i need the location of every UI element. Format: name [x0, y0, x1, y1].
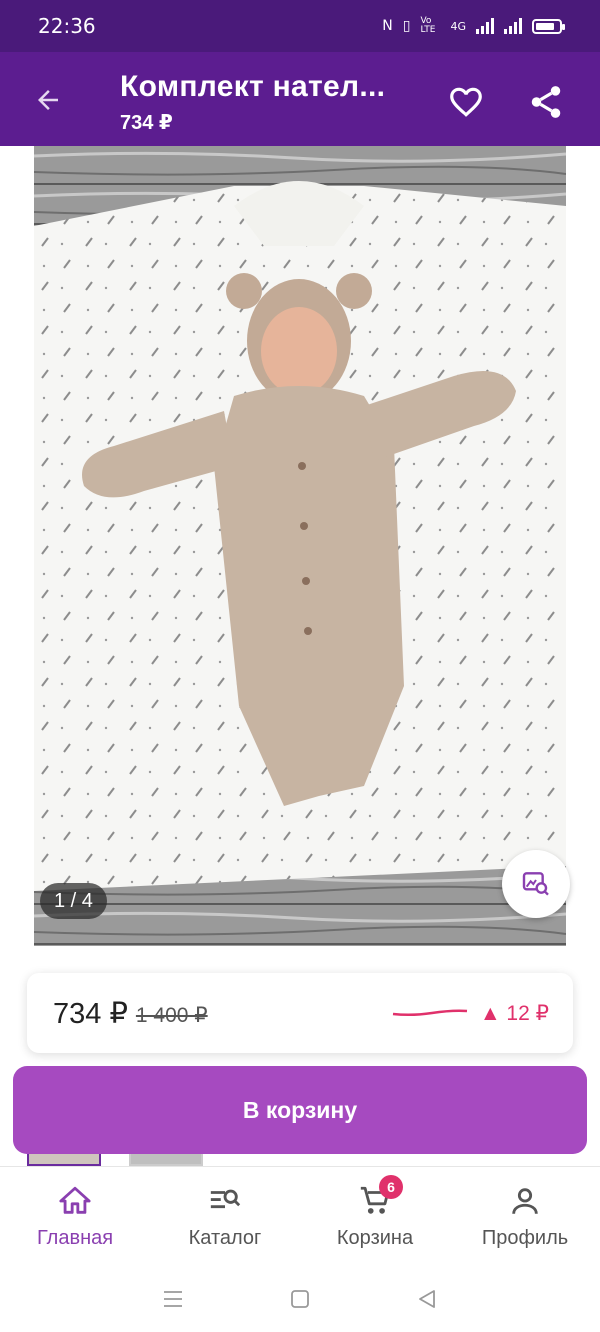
price-trend[interactable]: ▲ 12 ₽ — [392, 1001, 549, 1026]
home-icon — [55, 1183, 95, 1219]
thumbnail-2[interactable] — [129, 1154, 203, 1166]
status-time: 22:36 — [38, 14, 96, 38]
old-price: 1 400 ₽ — [135, 1003, 208, 1027]
bottom-navigation: Главная Каталог 6 Корзина Профиль — [0, 1166, 600, 1266]
catalog-search-icon — [205, 1183, 245, 1219]
network-type: 4G — [450, 19, 466, 33]
header-price: 734 ₽ — [120, 112, 173, 134]
cart-badge: 6 — [379, 1175, 403, 1199]
thumbnail-1[interactable] — [27, 1154, 101, 1166]
system-menu-button[interactable] — [153, 1279, 193, 1319]
menu-lines-icon — [164, 1291, 183, 1307]
nav-label-profile: Профиль — [481, 1227, 569, 1249]
arrow-back-icon — [38, 90, 58, 110]
nav-item-profile[interactable]: Профиль — [450, 1167, 600, 1266]
title-block: Комплект нател... 734 ₽ — [120, 70, 420, 135]
image-search-icon — [522, 872, 549, 896]
heart-outline-icon — [450, 87, 482, 117]
share-button[interactable] — [524, 80, 568, 124]
nav-item-cart[interactable]: 6 Корзина — [300, 1167, 450, 1266]
product-image[interactable] — [34, 146, 566, 946]
profile-icon — [505, 1183, 545, 1219]
nav-label-home: Главная — [36, 1227, 114, 1249]
price-change: ▲ 12 ₽ — [479, 1001, 549, 1025]
system-navigation — [0, 1266, 600, 1332]
signal-icon — [476, 18, 494, 34]
battery-icon — [532, 18, 565, 34]
zoom-button[interactable] — [502, 850, 570, 918]
price-trend-sparkline-icon — [392, 1009, 467, 1017]
product-photo — [34, 146, 566, 946]
favorite-button[interactable] — [444, 80, 488, 124]
nav-item-home[interactable]: Главная — [0, 1167, 150, 1266]
back-button[interactable] — [28, 80, 68, 120]
nav-label-cart: Корзина — [336, 1227, 414, 1249]
status-bar: 22:36 N ▯ Vo LTE 4G — [0, 0, 600, 52]
square-home-icon — [291, 1290, 309, 1308]
cart-icon: 6 — [355, 1175, 403, 1219]
share-icon — [531, 86, 561, 118]
system-back-button[interactable] — [407, 1279, 447, 1319]
product-title: Комплект нател... — [120, 70, 386, 103]
status-icons: N ▯ Vo LTE 4G — [382, 16, 565, 35]
gallery-page-indicator: 1 / 4 — [40, 883, 107, 919]
nfc-icon: N — [382, 18, 393, 34]
vibrate-icon: ▯ — [402, 18, 411, 34]
price-card: 734 ₽ 1 400 ₽ ▲ 12 ₽ — [27, 973, 573, 1053]
nav-item-catalog[interactable]: Каталог — [150, 1167, 300, 1266]
triangle-back-icon — [418, 1290, 435, 1308]
nav-label-catalog: Каталог — [188, 1227, 262, 1249]
system-home-button[interactable] — [280, 1279, 320, 1319]
current-price: 734 ₽ — [53, 997, 128, 1030]
volte-label: Vo LTE — [420, 16, 436, 35]
signal-icon-2 — [504, 18, 522, 34]
thumbnail-strip — [27, 1154, 203, 1166]
add-to-cart-button[interactable]: В корзину — [13, 1066, 587, 1154]
app-bar: Комплект нател... 734 ₽ — [0, 52, 600, 146]
